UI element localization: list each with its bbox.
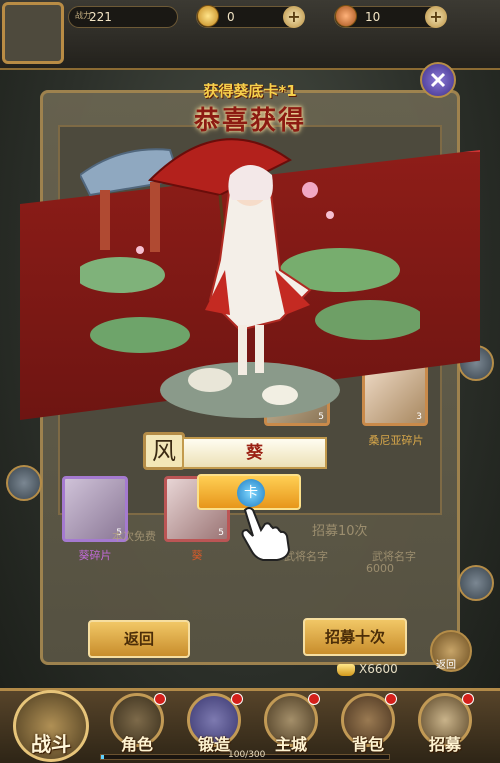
acquired-text: 获得葵底卡*1 xyxy=(203,82,297,100)
game-screen: 战力 221 0 + 10 + 5 葵碎片 5 葵 3 桑尼亚碎片 5 本次免费… xyxy=(0,0,500,763)
faded-cost: 6000 xyxy=(366,562,394,575)
gold-value: 0 xyxy=(227,10,235,24)
gold-ingot-icon xyxy=(337,663,355,676)
card-label: 桑尼亚碎片 xyxy=(368,434,424,447)
power-display: 战力 221 xyxy=(68,6,178,28)
nav-item-main-city[interactable]: 主城 xyxy=(260,693,322,759)
player-avatar[interactable] xyxy=(2,2,64,64)
notification-dot xyxy=(308,693,320,705)
battle-label: 战斗 xyxy=(31,732,71,756)
copper-display: 10 + xyxy=(334,5,447,28)
recruit-cost: X6600 xyxy=(337,662,398,676)
gold-display: 0 + xyxy=(196,5,305,28)
card-count: 5 xyxy=(218,528,224,538)
copper-coin-icon xyxy=(335,5,357,27)
free-hint: 本次免费 xyxy=(112,530,156,543)
close-icon[interactable] xyxy=(420,62,456,98)
right-back-label: 返回 xyxy=(436,660,456,671)
gold-ingot-icon xyxy=(197,5,219,27)
notification-dot xyxy=(154,693,166,705)
pointing-hand-icon xyxy=(241,507,291,561)
nav-item-bag[interactable]: 背包 xyxy=(337,693,399,759)
right-back-button[interactable]: 返回 xyxy=(430,630,472,672)
notification-dot xyxy=(231,693,243,705)
hero-name: 葵 xyxy=(182,437,327,469)
nav-item-character[interactable]: 角色 xyxy=(106,693,168,759)
element-badge: 风 xyxy=(143,432,185,470)
nav-item-recruit[interactable]: 招募 xyxy=(414,693,476,759)
side-menu-button[interactable] xyxy=(458,565,494,601)
nav-label: 背包 xyxy=(351,735,384,754)
left-side-button[interactable] xyxy=(6,465,42,501)
add-gold-button[interactable]: + xyxy=(283,6,305,28)
cost-amount: X6600 xyxy=(359,662,398,676)
back-button[interactable]: 返回 xyxy=(88,620,190,658)
card-label: 葵 xyxy=(191,549,203,562)
battle-button[interactable]: 战斗 xyxy=(5,690,97,763)
card-label: 葵碎片 xyxy=(78,549,112,562)
power-value: 221 xyxy=(89,10,112,24)
recruit-ten-faded: 招募10次 xyxy=(312,524,368,539)
nav-label: 主城 xyxy=(274,735,307,754)
nav-label: 角色 xyxy=(120,735,153,754)
notification-dot xyxy=(385,693,397,705)
top-resource-bar: 战力 221 0 + 10 + xyxy=(0,0,500,70)
recruit-ten-button[interactable]: 招募十次 xyxy=(303,618,407,656)
xp-text: 100/300 xyxy=(228,750,266,760)
copper-value: 10 xyxy=(365,10,381,24)
nav-label: 招募 xyxy=(428,735,461,754)
add-copper-button[interactable]: + xyxy=(425,6,447,28)
hero-artwork xyxy=(80,138,420,418)
notification-dot xyxy=(462,693,474,705)
